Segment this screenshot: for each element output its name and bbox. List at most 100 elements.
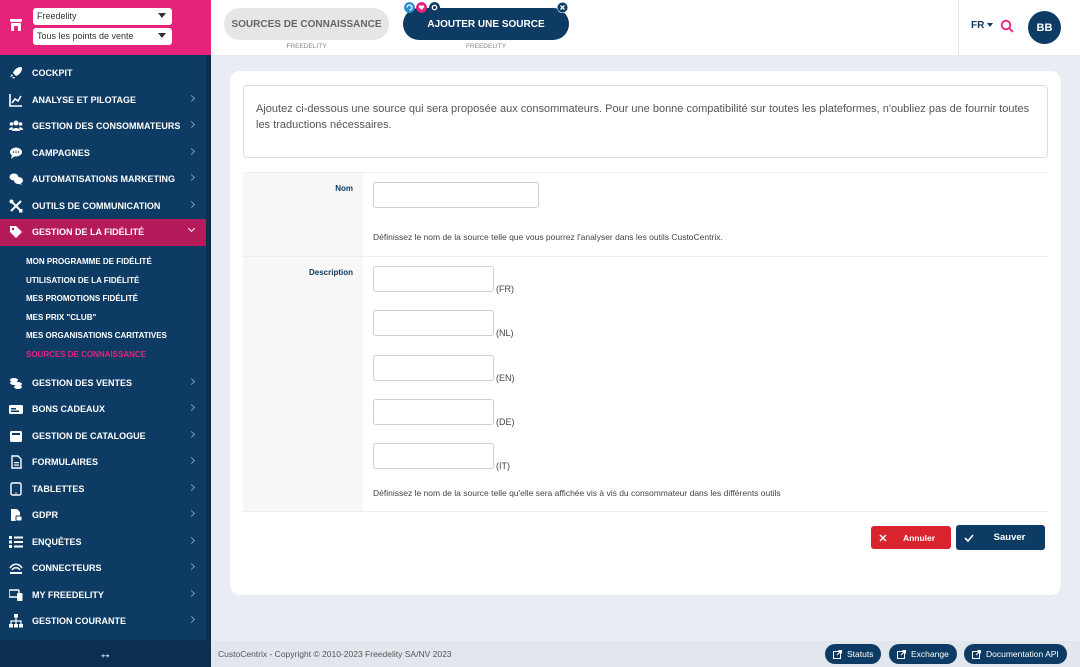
description-fr-input[interactable]: [373, 266, 494, 292]
copyright-text: CustoCentrix - Copyright © 2010-2023 Fre…: [218, 649, 452, 659]
description-nl-input[interactable]: [373, 310, 494, 336]
footer-link-label: Documentation API: [986, 649, 1059, 659]
chevron-right-icon: [187, 430, 196, 438]
form-row-nom: Nom Définissez le nom de la source telle…: [243, 172, 1048, 256]
sidebar-header: Freedelity Tous les points de vente: [0, 0, 211, 55]
menu-label: BONS CADEAUX: [32, 404, 106, 415]
refresh-icon[interactable]: [404, 2, 415, 13]
comments-icon: [9, 173, 23, 185]
menu-item-connecteurs[interactable]: CONNECTEURS: [0, 555, 206, 582]
menu-item-gdpr[interactable]: GDPR: [0, 502, 206, 529]
pos-select-value: Tous les points de vente: [37, 31, 134, 41]
language-selector[interactable]: FR: [971, 20, 994, 31]
footer: CustoCentrix - Copyright © 2010-2023 Fre…: [211, 641, 1080, 667]
tab-label: AJOUTER UNE SOURCE: [427, 18, 545, 30]
save-label: Sauver: [993, 532, 1026, 543]
submenu-item-promotions[interactable]: MES PROMOTIONS FIDÉLITÉ: [0, 290, 206, 309]
description-en-input[interactable]: [373, 355, 494, 381]
chevron-right-icon: [187, 562, 196, 571]
search-icon[interactable]: [1000, 19, 1014, 33]
store-icon: [10, 19, 22, 31]
menu-label: CONNECTEURS: [32, 563, 102, 574]
cancel-label: Annuler: [902, 532, 936, 543]
chevron-right-icon: [187, 173, 196, 182]
nom-input[interactable]: [373, 182, 539, 208]
nom-help: Définissez le nom de la source telle que…: [373, 232, 723, 242]
close-tab-icon[interactable]: [557, 2, 568, 13]
document-lock-icon: [11, 509, 23, 522]
submenu-item-programme[interactable]: MON PROGRAMME DE FIDÉLITÉ: [0, 253, 206, 272]
settings-icon[interactable]: [429, 2, 440, 13]
main-menu: COCKPIT ANALYSE ET PILOTAGE GESTION DES …: [0, 60, 206, 635]
menu-label: GESTION DE CATALOGUE: [32, 430, 146, 441]
survey-icon: [9, 535, 23, 548]
tools-icon: [9, 199, 23, 212]
main-card: Ajoutez ci-dessous une source qui sera p…: [230, 71, 1061, 595]
chevron-right-icon: [187, 536, 196, 544]
menu-label: AUTOMATISATIONS MARKETING: [32, 174, 175, 185]
external-link-icon: [972, 649, 981, 659]
store-select[interactable]: Freedelity: [33, 8, 172, 25]
description-help: Définissez le nom de la source telle qu'…: [373, 488, 781, 498]
sidebar: Freedelity Tous les points de vente COCK…: [0, 0, 211, 667]
submenu-item-utilisation[interactable]: UTILISATION DE LA FIDÉLITÉ: [0, 271, 206, 290]
language-value: FR: [971, 20, 985, 31]
tab-ajouter-source[interactable]: AJOUTER UNE SOURCE: [403, 8, 569, 40]
tab-sources-connaissance[interactable]: SOURCES DE CONNAISSANCE: [224, 8, 389, 40]
description-it-input[interactable]: [373, 443, 494, 469]
menu-item-my-freedelity[interactable]: MY FREEDELITY: [0, 582, 206, 609]
menu-item-tablettes[interactable]: TABLETTES: [0, 476, 206, 503]
tab-label: SOURCES DE CONNAISSANCE: [231, 18, 382, 30]
submenu-item-prix-club[interactable]: MES PRIX "CLUB": [0, 308, 206, 327]
menu-item-campagnes[interactable]: CAMPAGNES: [0, 140, 206, 167]
submenu-item-organisations[interactable]: MES ORGANISATIONS CARITATIVES: [0, 327, 206, 346]
footer-link-label: Statuts: [847, 649, 874, 659]
description-label: Description: [243, 257, 363, 511]
sidebar-scrollbar[interactable]: [206, 55, 211, 640]
chevron-right-icon: [187, 456, 196, 465]
menu-label: OUTILS DE COMMUNICATION: [32, 200, 161, 211]
menu-item-formulaires[interactable]: FORMULAIRES: [0, 449, 206, 476]
menu-item-ventes[interactable]: GESTION DES VENTES: [0, 370, 206, 397]
menu-label: GESTION DE LA FIDÉLITÉ: [32, 227, 145, 238]
chevron-down-icon: [987, 23, 994, 28]
menu-label: COCKPIT: [32, 68, 73, 79]
menu-item-outils-communication[interactable]: OUTILS DE COMMUNICATION: [0, 193, 206, 220]
sidebar-collapse-button[interactable]: ↔: [0, 640, 211, 667]
user-avatar[interactable]: BB: [1028, 11, 1061, 44]
save-button[interactable]: Sauver: [956, 525, 1045, 550]
devices-icon: [9, 588, 23, 601]
menu-item-consommateurs[interactable]: GESTION DES CONSOMMATEURS: [0, 113, 206, 140]
chevron-right-icon: [187, 200, 196, 208]
menu-label: MY FREEDELITY: [32, 589, 104, 600]
menu-item-cockpit[interactable]: COCKPIT: [0, 60, 206, 87]
chevron-right-icon: [187, 509, 196, 518]
menu-item-bons-cadeaux[interactable]: BONS CADEAUX: [0, 396, 206, 423]
submenu-item-sources[interactable]: SOURCES DE CONNAISSANCE: [0, 345, 206, 364]
menu-item-catalogue[interactable]: GESTION DE CATALOGUE: [0, 423, 206, 450]
chevron-right-icon: [187, 615, 196, 624]
menu-item-automatisations[interactable]: AUTOMATISATIONS MARKETING: [0, 166, 206, 193]
menu-label: GDPR: [32, 510, 59, 521]
cancel-button[interactable]: Annuler: [871, 526, 951, 549]
chevron-right-icon: [187, 377, 196, 385]
heart-icon[interactable]: [416, 2, 427, 13]
footer-link-statuts[interactable]: Statuts: [825, 644, 882, 664]
footer-link-documentation[interactable]: Documentation API: [964, 644, 1067, 664]
tablet-icon: [10, 481, 22, 496]
menu-item-fidelite[interactable]: GESTION DE LA FIDÉLITÉ: [0, 219, 206, 246]
menu-item-gestion-courante[interactable]: GESTION COURANTE: [0, 608, 206, 635]
menu-item-enquetes[interactable]: ENQUÊTES: [0, 529, 206, 556]
menu-item-analyse[interactable]: ANALYSE ET PILOTAGE: [0, 87, 206, 114]
menu-label: CAMPAGNES: [32, 147, 90, 158]
pos-select[interactable]: Tous les points de vente: [33, 28, 172, 45]
footer-link-exchange[interactable]: Exchange: [889, 644, 957, 664]
description-de-input[interactable]: [373, 399, 494, 425]
rocket-icon: [10, 67, 22, 79]
chevron-right-icon: [187, 120, 196, 129]
chevron-down-icon: [187, 224, 196, 233]
menu-label: GESTION COURANTE: [32, 616, 127, 627]
chevron-right-icon: [187, 94, 196, 102]
menu-label: GESTION DES VENTES: [32, 377, 133, 388]
connector-icon: [9, 563, 23, 574]
